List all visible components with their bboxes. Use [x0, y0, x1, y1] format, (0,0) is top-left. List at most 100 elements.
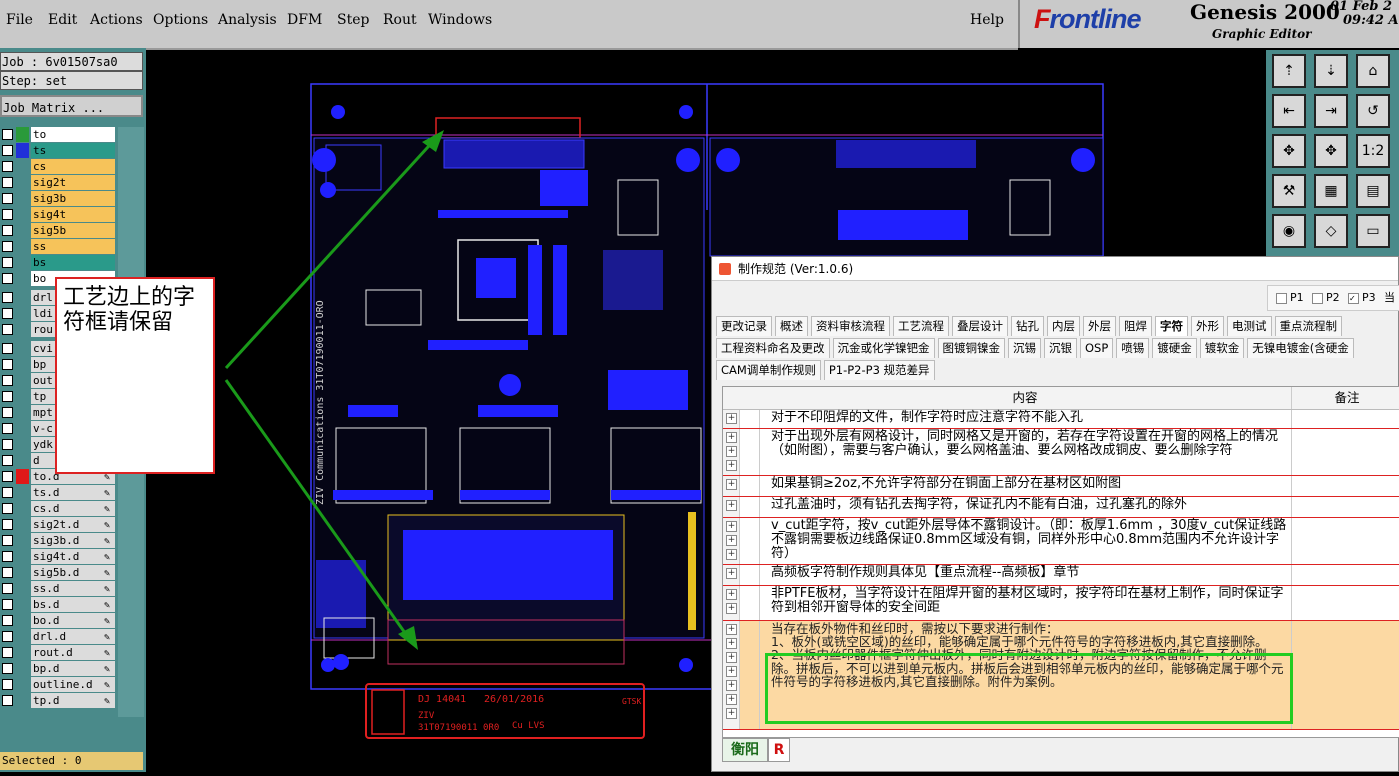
layer-name[interactable]: drl.d ✎ — [31, 629, 115, 644]
edit-pencil-icon[interactable]: ✎ — [104, 646, 110, 661]
toolbar-button[interactable]: ◇ — [1314, 214, 1348, 248]
layer-color-swatch[interactable] — [16, 373, 29, 388]
expand-icon[interactable]: + — [726, 521, 737, 532]
toolbar-button[interactable]: ▤ — [1356, 174, 1390, 208]
toolbar-button[interactable]: ▦ — [1314, 174, 1348, 208]
toolbar-button[interactable]: ⇡ — [1272, 54, 1306, 88]
layer-color-swatch[interactable] — [16, 469, 29, 484]
layer-checkbox[interactable] — [2, 257, 13, 268]
edit-pencil-icon[interactable]: ✎ — [104, 582, 110, 597]
layer-row[interactable]: sig2t — [0, 175, 118, 190]
layer-color-swatch[interactable] — [16, 565, 29, 580]
expand-icon[interactable]: + — [726, 446, 737, 457]
layer-checkbox[interactable] — [2, 407, 13, 418]
expand-icon[interactable]: + — [726, 432, 737, 443]
grid-row[interactable]: + + 非PTFE板材，当字符设计在阻焊开窗的基材区域时，按字符印在基材上制作，同时… — [723, 586, 1399, 621]
layer-color-swatch[interactable] — [16, 501, 29, 516]
layer-row[interactable]: cs — [0, 159, 118, 174]
menu-actions[interactable]: Actions — [90, 12, 143, 28]
layer-row[interactable]: cs.d ✎ — [0, 501, 118, 516]
toolbar-button[interactable]: ⇣ — [1314, 54, 1348, 88]
layer-color-swatch[interactable] — [16, 597, 29, 612]
toolbar-button[interactable]: ✥ — [1272, 134, 1306, 168]
layer-row[interactable]: rout.d ✎ — [0, 645, 118, 660]
grid-row[interactable]: + + + 对于出现外层有网格设计，同时网格又是开窗的，若存在字符设置在开窗的网格上的… — [723, 429, 1399, 476]
layer-color-swatch[interactable] — [16, 159, 29, 174]
layer-row[interactable]: ss — [0, 239, 118, 254]
layer-color-swatch[interactable] — [16, 517, 29, 532]
layer-row[interactable]: sig2t.d ✎ — [0, 517, 118, 532]
layer-checkbox[interactable] — [2, 161, 13, 172]
expand-icon[interactable]: + — [726, 652, 737, 663]
layer-row[interactable]: ts — [0, 143, 118, 158]
layer-name[interactable]: sig2t — [31, 175, 115, 190]
expand-icon[interactable]: + — [726, 460, 737, 471]
layer-checkbox[interactable] — [2, 292, 13, 303]
layer-checkbox[interactable] — [2, 273, 13, 284]
layer-checkbox[interactable] — [2, 391, 13, 402]
layer-row[interactable]: to — [0, 127, 118, 142]
layer-checkbox[interactable] — [2, 209, 13, 220]
toolbar-button[interactable]: ▭ — [1356, 214, 1390, 248]
p-option[interactable]: P1 — [1276, 286, 1304, 310]
layer-checkbox[interactable] — [2, 177, 13, 188]
layer-row[interactable]: outline.d ✎ — [0, 677, 118, 692]
layer-checkbox[interactable] — [2, 631, 13, 642]
edit-pencil-icon[interactable]: ✎ — [104, 694, 110, 709]
layer-row[interactable]: ss.d ✎ — [0, 581, 118, 596]
grid-row[interactable]: + + + + + + + 当存在板外物件和丝印时，需按以下要求进行制作： 1、板外(或铣空区… — [723, 621, 1399, 730]
expand-icon[interactable]: + — [726, 694, 737, 705]
layer-row[interactable]: bs — [0, 255, 118, 270]
layer-row[interactable]: sig4t — [0, 207, 118, 222]
menu-file[interactable]: File — [6, 12, 33, 28]
tab[interactable]: 概述 — [775, 316, 808, 336]
layer-name[interactable]: sig3b.d ✎ — [31, 533, 115, 548]
layer-color-swatch[interactable] — [16, 239, 29, 254]
layer-checkbox[interactable] — [2, 567, 13, 578]
layer-color-swatch[interactable] — [16, 533, 29, 548]
p-checkbox[interactable]: ✓ — [1348, 292, 1359, 304]
tab[interactable]: 镀软金 — [1199, 338, 1245, 358]
layer-color-swatch[interactable] — [16, 581, 29, 596]
layer-color-swatch[interactable] — [16, 613, 29, 628]
layer-row[interactable]: sig4t.d ✎ — [0, 549, 118, 564]
layer-color-swatch[interactable] — [16, 485, 29, 500]
p-checkbox[interactable] — [1312, 292, 1323, 304]
bottom-tab-hengyang[interactable]: 衡阳 — [722, 738, 768, 762]
tab[interactable]: 更改记录 — [716, 316, 772, 336]
menu-edit[interactable]: Edit — [48, 12, 77, 28]
tab[interactable]: 叠层设计 — [952, 316, 1008, 336]
layer-checkbox[interactable] — [2, 308, 13, 319]
layer-color-swatch[interactable] — [16, 207, 29, 222]
toolbar-button[interactable]: ⌂ — [1356, 54, 1390, 88]
layer-row[interactable]: drl.d ✎ — [0, 629, 118, 644]
layer-color-swatch[interactable] — [16, 175, 29, 190]
layer-name[interactable]: outline.d ✎ — [31, 677, 115, 692]
layer-checkbox[interactable] — [2, 695, 13, 706]
expand-icon[interactable]: + — [726, 568, 737, 579]
grid-row[interactable]: + 对于不印阻焊的文件，制作字符时应注意字符不能入孔 — [723, 410, 1399, 429]
expand-icon[interactable]: + — [726, 549, 737, 560]
menu-rout[interactable]: Rout — [383, 12, 417, 28]
menu-analysis[interactable]: Analysis — [218, 12, 277, 28]
layer-checkbox[interactable] — [2, 487, 13, 498]
layer-name[interactable]: bs.d ✎ — [31, 597, 115, 612]
grid-row[interactable]: + 高频板字符制作规则具体见【重点流程--高频板】章节 — [723, 565, 1399, 586]
tab[interactable]: 字符 — [1155, 316, 1188, 336]
tab[interactable]: 阻焊 — [1119, 316, 1152, 336]
edit-pencil-icon[interactable]: ✎ — [104, 678, 110, 693]
layer-color-swatch[interactable] — [16, 271, 29, 286]
edit-pencil-icon[interactable]: ✎ — [104, 534, 110, 549]
layer-checkbox[interactable] — [2, 193, 13, 204]
layer-checkbox[interactable] — [2, 471, 13, 482]
tab[interactable]: 沉锡 — [1008, 338, 1041, 358]
layer-checkbox[interactable] — [2, 599, 13, 610]
layer-color-swatch[interactable] — [16, 255, 29, 270]
toolbar-button[interactable]: 1:2 — [1356, 134, 1390, 168]
layer-row[interactable]: sig5b — [0, 223, 118, 238]
tab[interactable]: 沉金或化学镍钯金 — [832, 338, 935, 358]
grid-row[interactable]: + 过孔盖油时，须有钻孔去掏字符，保证孔内不能有白油，过孔塞孔的除外 — [723, 497, 1399, 518]
expand-icon[interactable]: + — [726, 603, 737, 614]
p-checkbox[interactable] — [1276, 292, 1287, 304]
layer-name[interactable]: to — [31, 127, 115, 142]
